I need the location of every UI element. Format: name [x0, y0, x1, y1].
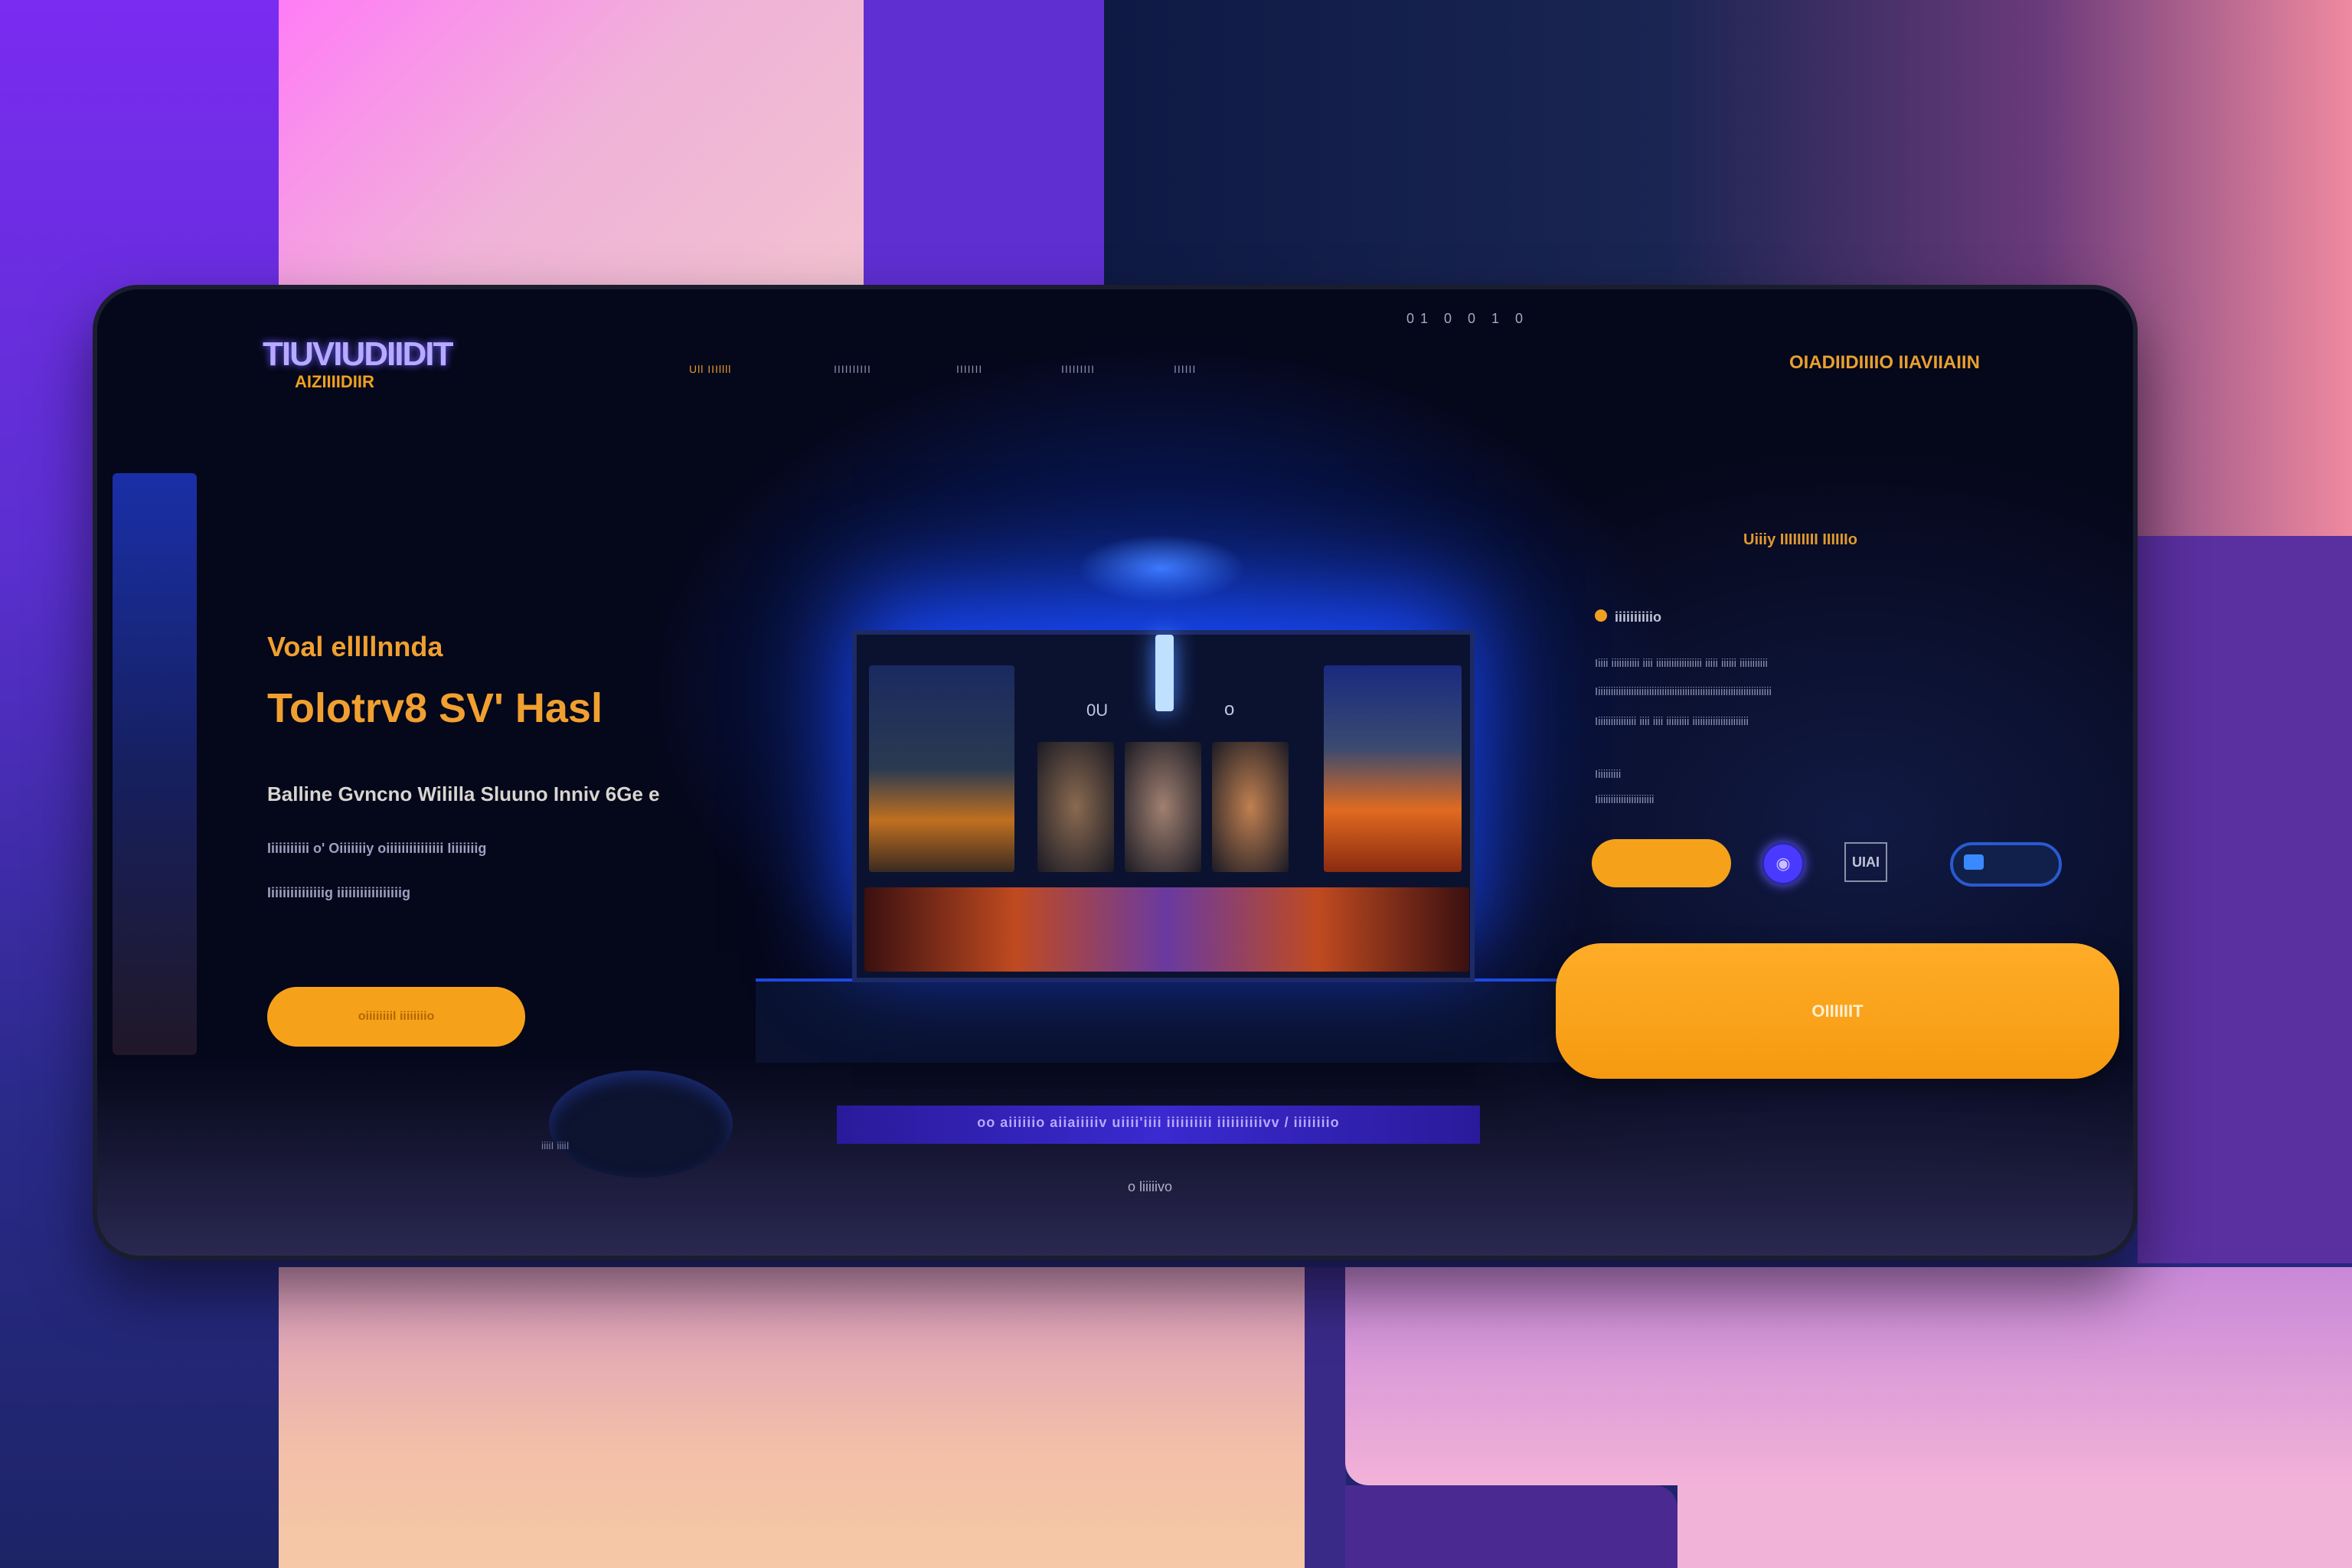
bg-block [1345, 1267, 2352, 1485]
bg-block [279, 0, 864, 285]
panel-item: iiiiiiiiiio [1595, 609, 1661, 626]
media-thumbnail[interactable] [1324, 665, 1462, 872]
mouse-label: iiiiI iiiiI [541, 1139, 570, 1152]
panel-heading: Uiiiy IIIIIIIII IIIIIIo [1743, 531, 1857, 548]
header-link[interactable]: OIADIIDIIIIO IIAVIIAIIN [1789, 352, 1980, 374]
hero-title: Tolotrv8 SV' Hasl [267, 685, 603, 731]
monitor: 0U o [852, 630, 1475, 982]
screen-frame: TIUVIUDIIDIT AIZIIIIDIIR Ull IIIllll III… [93, 285, 2138, 1260]
media-icon: 0U [1086, 701, 1109, 720]
top-label: 01 0 0 1 0 [1406, 311, 1530, 326]
media-thumbnail[interactable] [869, 665, 1014, 872]
hero-subtitle: Balline Gvncno Wililla Sluuno Inniv 6Ge … [267, 782, 660, 805]
panel-item-label: iiiiiiiiiio [1615, 609, 1662, 625]
panel-text: Iiiiiiiiiiiiiiiiiiiiiiiiiiiiiiiiiiiiiiii… [1595, 685, 1772, 698]
logo[interactable]: TIUVIUDIIDIT [263, 335, 453, 374]
toggle-switch[interactable] [1950, 842, 2062, 887]
panel-text: Iiiii iiiiiiiiiii iiii iiiiiiiiiiiiiiiii… [1595, 657, 1768, 670]
hero-eyebrow: Voal ellllnnda [267, 631, 443, 662]
nav-item[interactable]: IIIIIIIII [1061, 363, 1095, 375]
media-banner[interactable] [864, 887, 1469, 972]
mouse [549, 1070, 733, 1178]
panel-small-text: Iiiiiiiiii [1595, 768, 1622, 781]
monitor-stand [756, 978, 1613, 1063]
bottom-label: o liiiiivo [1128, 1179, 1173, 1194]
bg-block [864, 0, 1104, 285]
media-thumbnail[interactable] [1212, 742, 1289, 872]
toggle-knob [1964, 854, 1984, 870]
bg-block [1305, 1267, 1346, 1568]
media-thumbnail[interactable] [1037, 742, 1114, 872]
hero-text: Iiiiiiiiiii o' Oiiiiiiiy oiiiiiiiiiiiiii… [267, 841, 487, 856]
primary-button[interactable]: OIIIIIIT [1556, 943, 2119, 1079]
side-image-panel [113, 473, 197, 1055]
panel-small-text: Iiiiiiiiiiiiiiiiiiiiiii [1595, 793, 1655, 806]
bg-block [1345, 1485, 1677, 1568]
light-glow [1077, 534, 1246, 603]
bullet-icon [1595, 609, 1607, 622]
circle-icon-button[interactable]: ◉ [1762, 842, 1805, 885]
icon-button[interactable]: UIAI [1844, 842, 1887, 882]
hero-text: Iiiiiiiiiiiiiiig iiiiiiiiiiiiiiiiig [267, 885, 411, 900]
nav-item[interactable]: IIIIIII [956, 363, 982, 375]
keyboard-text: oo aiiiiiio aiiaiiiiiv uiiii'iiii iiiiii… [837, 1106, 1480, 1144]
bg-block [279, 1267, 1305, 1568]
panel-text: Iiiiiiiiiiiiiiii iiii iiii iiiiiiiii iii… [1595, 715, 1749, 728]
logo-subtitle: AIZIIIIDIIR [295, 372, 374, 391]
bg-block [2138, 536, 2352, 1263]
nav-item[interactable]: IIIIIIIIII [834, 363, 871, 375]
light-beam [1155, 635, 1174, 711]
secondary-button[interactable] [1592, 839, 1731, 887]
desk-floor [97, 1057, 2133, 1256]
cta-button[interactable]: oiiiiiiiil iiiiiiiio [267, 987, 525, 1047]
media-thumbnail[interactable] [1125, 742, 1201, 872]
nav-item[interactable]: IIIIII [1174, 363, 1196, 375]
bg-block [1677, 1485, 2352, 1568]
media-icon: o [1224, 699, 1235, 720]
nav-item[interactable]: Ull IIIllll [689, 363, 731, 375]
